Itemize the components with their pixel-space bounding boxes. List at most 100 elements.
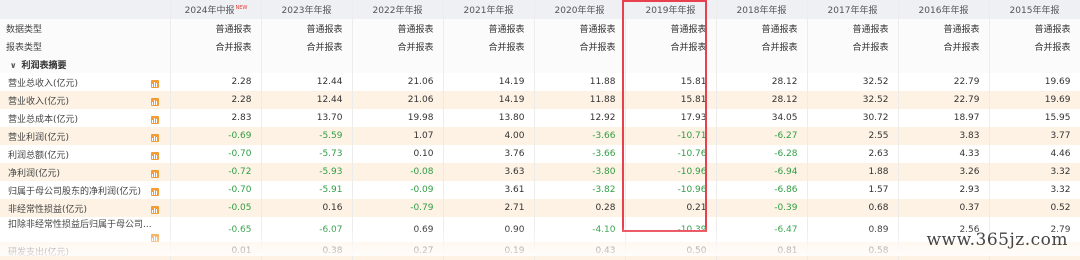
bar-chart-icon[interactable]: [150, 151, 159, 160]
value-cell: 30.72: [807, 109, 899, 127]
value-cell: 0.52: [989, 199, 1080, 217]
period-label: 2022年年报: [372, 6, 423, 16]
bar-chart-icon-bar: [155, 190, 157, 195]
value-cell: -3.80: [534, 163, 626, 181]
table-row: 研发支出(亿元) 0.01 0.38 0.27 0.19 0.43 0.50 0.81 0.58: [0, 242, 1080, 260]
value-cell: -0.69: [170, 127, 262, 145]
bar-chart-icon[interactable]: [150, 205, 159, 214]
meta-cell: 普通报表: [625, 19, 717, 37]
meta-cell: 普通报表: [898, 19, 990, 37]
section-label-cell[interactable]: ∨ 利润表摘要: [0, 55, 171, 73]
bar-chart-icon-bar: [155, 136, 157, 141]
table-row: 归属于母公司股东的净利润(亿元) -0.70 -5.91 -0.09 3.61 -3.82…: [0, 181, 1080, 199]
meta-row: 报表类型 合并报表 合并报表 合并报表 合并报表 合并报表 合并报表 合并报表 合并报表 合并报表…: [0, 37, 1080, 55]
bar-chart-icon[interactable]: [150, 115, 159, 124]
value-cell: 15.95: [989, 109, 1080, 127]
value-cell: 12.44: [261, 91, 353, 109]
row-label-cell: 数据类型: [0, 19, 171, 37]
section-empty-cell: [352, 55, 444, 73]
section-empty-cell: [261, 55, 353, 73]
meta-cell: 合并报表: [352, 37, 444, 55]
period-label: 2019年年报: [645, 6, 696, 16]
period-header[interactable]: 2015年年报: [989, 0, 1080, 19]
meta-cell: 普通报表: [989, 19, 1080, 37]
row-label-cell: 归属于母公司股东的净利润(亿元): [0, 181, 171, 199]
value-cell: -5.59: [261, 127, 353, 145]
section-empty-cell: [989, 55, 1080, 73]
bar-chart-icon-bar: [155, 82, 157, 87]
period-label: 2020年年报: [554, 6, 605, 16]
value-cell: 0.81: [716, 242, 808, 260]
table-row: 营业收入(亿元) 2.28 12.44 21.06 14.19 11.88 15.81 28.…: [0, 91, 1080, 109]
row-label-cell: 营业总收入(亿元): [0, 73, 171, 91]
value-cell: 0.16: [261, 199, 353, 217]
value-cell: -6.47: [716, 217, 808, 242]
value-cell: -0.70: [170, 181, 262, 199]
row-label: 报表类型: [6, 42, 43, 53]
value-cell: 13.70: [261, 109, 353, 127]
value-cell: 0.90: [443, 217, 535, 242]
section-empty-cell: [716, 55, 808, 73]
bar-chart-icon-bar: [155, 118, 157, 123]
meta-cell: 合并报表: [716, 37, 808, 55]
bar-chart-icon[interactable]: [150, 169, 159, 178]
value-cell: 0.28: [534, 199, 626, 217]
value-cell: 0.01: [170, 242, 262, 260]
header-corner: [0, 0, 171, 19]
value-cell: 19.98: [352, 109, 444, 127]
period-header[interactable]: 2018年年报: [716, 0, 808, 19]
section-empty-cell: [807, 55, 899, 73]
value-cell: 2.28: [170, 73, 262, 91]
value-cell: 4.33: [898, 145, 990, 163]
section-row[interactable]: ∨ 利润表摘要: [0, 55, 1080, 73]
period-header[interactable]: 2024年中报NEW: [170, 0, 262, 19]
value-cell: 11.88: [534, 73, 626, 91]
value-cell: 2.28: [170, 91, 262, 109]
bar-chart-icon[interactable]: [150, 79, 159, 88]
value-cell: 0.43: [534, 242, 626, 260]
bar-chart-icon[interactable]: [150, 234, 159, 242]
value-cell: 1.88: [807, 163, 899, 181]
watermark: www.365jz.com: [926, 230, 1068, 250]
period-header[interactable]: 2016年年报: [898, 0, 990, 19]
value-cell: 0.19: [443, 242, 535, 260]
period-header[interactable]: 2017年年报: [807, 0, 899, 19]
meta-cell: 普通报表: [534, 19, 626, 37]
value-cell: 0.58: [807, 242, 899, 260]
period-header[interactable]: 2021年年报: [443, 0, 535, 19]
value-cell: 4.00: [443, 127, 535, 145]
row-label-cell: 营业利润(亿元): [0, 127, 171, 145]
period-header[interactable]: 2022年年报: [352, 0, 444, 19]
bar-chart-icon[interactable]: [150, 187, 159, 196]
bar-chart-icon-bar: [153, 171, 155, 177]
section-empty-cell: [534, 55, 626, 73]
period-header-row: 2024年中报NEW 2023年年报 2022年年报 2021年年报 2020年年报 20…: [0, 0, 1080, 19]
meta-cell: 合并报表: [625, 37, 717, 55]
bar-chart-icon[interactable]: [150, 97, 159, 106]
bar-chart-icon-bar: [151, 191, 153, 195]
value-cell: 1.07: [352, 127, 444, 145]
value-cell: -6.07: [261, 217, 353, 242]
period-header[interactable]: 2023年年报: [261, 0, 353, 19]
value-cell: -0.79: [352, 199, 444, 217]
value-cell: 12.92: [534, 109, 626, 127]
value-cell: 32.52: [807, 73, 899, 91]
row-label-cell: 营业收入(亿元): [0, 91, 171, 109]
meta-cell: 合并报表: [261, 37, 353, 55]
row-label: 净利润(亿元): [8, 168, 61, 179]
period-label: 2021年年报: [463, 6, 514, 16]
period-header[interactable]: 2019年年报: [625, 0, 717, 19]
value-cell: 13.80: [443, 109, 535, 127]
meta-cell: 普通报表: [352, 19, 444, 37]
bar-chart-icon[interactable]: [150, 133, 159, 142]
value-cell: 0.27: [352, 242, 444, 260]
bar-chart-icon-bar: [151, 83, 153, 87]
bar-chart-icon-bar: [151, 155, 153, 159]
row-label: 归属于母公司股东的净利润(亿元): [8, 186, 142, 197]
row-label-cell: 扣除非经常性损益后归属于母公司...: [0, 217, 171, 242]
value-cell: 2.55: [807, 127, 899, 145]
period-header[interactable]: 2020年年报: [534, 0, 626, 19]
row-label: 扣除非经常性损益后归属于母公司...: [8, 220, 152, 230]
chevron-down-icon[interactable]: ∨: [10, 61, 17, 70]
value-cell: 0.10: [352, 145, 444, 163]
